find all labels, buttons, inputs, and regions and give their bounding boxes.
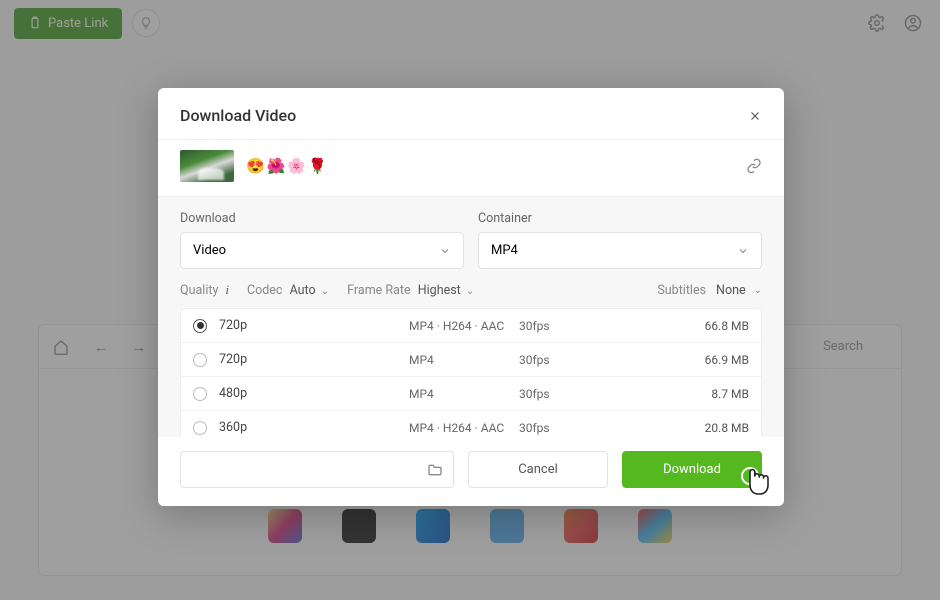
download-type-label: Download [180, 211, 464, 226]
radio-icon [193, 421, 207, 435]
quality-resolution: 720p [219, 318, 279, 333]
framerate-filter[interactable]: Frame Rate Highest ⌄ [347, 283, 474, 298]
quality-format: MP4 · H264 · AAC [409, 421, 519, 435]
download-button[interactable]: Download [622, 451, 762, 488]
chevron-down-icon: ⌄ [466, 286, 474, 297]
close-icon [748, 109, 762, 123]
quality-option[interactable]: 480p MP430fps 8.7 MB [181, 377, 761, 411]
quality-size: 66.9 MB [705, 353, 749, 367]
radio-icon [193, 319, 207, 333]
container-select[interactable]: MP4 [478, 232, 762, 269]
download-type-value: Video [193, 243, 226, 258]
quality-fps: 30fps [519, 421, 579, 435]
quality-fps: 30fps [519, 319, 579, 333]
container-value: MP4 [491, 243, 518, 258]
copy-link-button[interactable] [746, 158, 762, 174]
quality-size: 66.8 MB [705, 319, 749, 333]
radio-icon [193, 353, 207, 367]
quality-resolution: 360p [219, 420, 279, 435]
container-label: Container [478, 211, 762, 226]
radio-icon [193, 387, 207, 401]
quality-option[interactable]: 720p MP4 · H264 · AAC30fps 66.8 MB [181, 309, 761, 343]
codec-filter[interactable]: Codec Auto ⌄ [247, 283, 329, 298]
quality-format: MP4 [409, 353, 519, 367]
subtitles-filter[interactable]: Subtitles None ⌄ [657, 283, 762, 298]
chevron-down-icon: ⌄ [754, 285, 762, 296]
chevron-down-icon: ⌄ [321, 286, 329, 297]
quality-resolution: 480p [219, 386, 279, 401]
quality-filter[interactable]: Quality i [180, 283, 229, 298]
cancel-button[interactable]: Cancel [468, 451, 608, 488]
quality-resolution: 720p [219, 352, 279, 367]
save-path-input[interactable] [180, 451, 454, 488]
quality-size: 8.7 MB [711, 387, 749, 401]
download-video-modal: Download Video 😍🌺🌸🌹 Download Video C [158, 88, 784, 506]
quality-fps: 30fps [519, 353, 579, 367]
download-type-select[interactable]: Video [180, 232, 464, 269]
close-button[interactable] [748, 109, 762, 123]
modal-title: Download Video [180, 106, 296, 125]
chevron-down-icon [737, 245, 749, 257]
quality-size: 20.8 MB [705, 421, 749, 435]
video-thumbnail [180, 150, 234, 182]
quality-format: MP4 [409, 387, 519, 401]
folder-icon [427, 462, 443, 478]
quality-option[interactable]: 720p MP430fps 66.9 MB [181, 343, 761, 377]
quality-option[interactable]: 360p MP4 · H264 · AAC30fps 20.8 MB [181, 411, 761, 437]
info-icon: i [225, 283, 228, 297]
quality-fps: 30fps [519, 387, 579, 401]
video-title: 😍🌺🌸🌹 [246, 157, 329, 175]
link-icon [746, 158, 762, 174]
quality-format: MP4 · H264 · AAC [409, 319, 519, 333]
chevron-down-icon [439, 245, 451, 257]
